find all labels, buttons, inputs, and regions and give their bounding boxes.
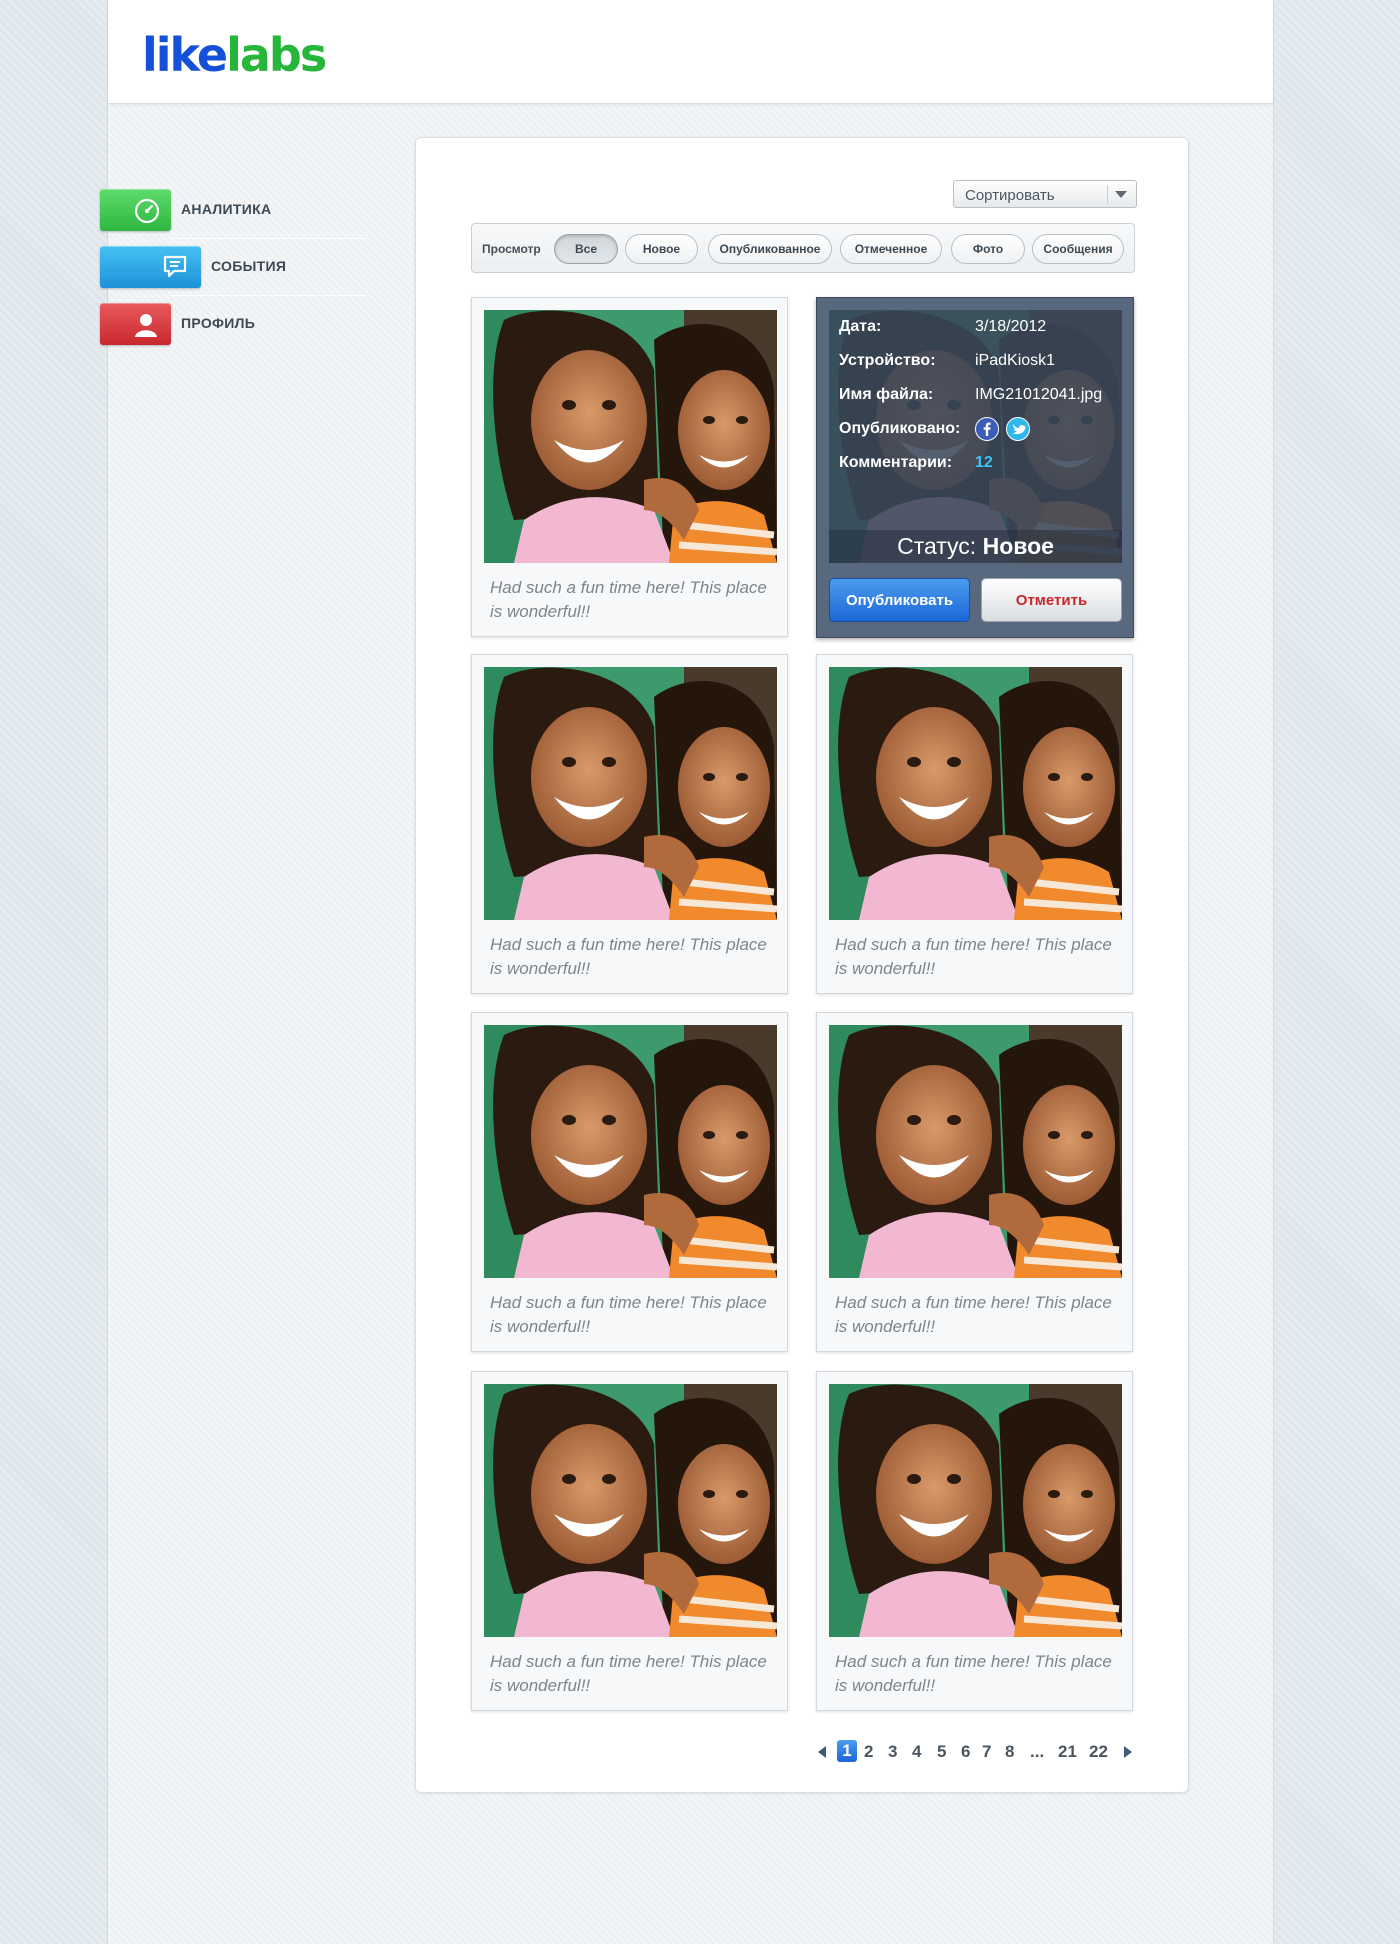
photo-thumbnail[interactable] (829, 1384, 1122, 1637)
photo-image (484, 1384, 777, 1637)
nav-item-analytics[interactable]: АНАЛИТИКА (100, 189, 366, 231)
filter-published[interactable]: Опубликованное (708, 234, 832, 264)
filter-new[interactable]: Новое (625, 234, 698, 264)
page-22[interactable]: 22 (1089, 1742, 1108, 1762)
status-line: Статус: Новое (829, 530, 1122, 563)
speedometer-icon (134, 198, 160, 224)
photo-detail-card[interactable]: Дата: 3/18/2012 Устройство: iPadKiosk1 И… (816, 297, 1134, 638)
photo-caption: Had such a fun time here! This place is … (835, 935, 1112, 978)
likelabs-logo[interactable]: likelabs (142, 28, 327, 82)
page-3[interactable]: 3 (888, 1742, 897, 1762)
publish-button[interactable]: Опубликовать (829, 578, 970, 622)
photo-card[interactable]: Had such a fun time here! This place is … (471, 1371, 788, 1711)
filter-marked[interactable]: Отмеченное (840, 234, 942, 264)
filter-bar: Просмотр Все Новое Опубликованное Отмече… (471, 223, 1135, 273)
nav-item-profile[interactable]: ПРОФИЛЬ (100, 303, 366, 345)
page-2[interactable]: 2 (864, 1742, 873, 1762)
photo-image (484, 310, 777, 563)
filter-all[interactable]: Все (554, 234, 618, 264)
photo-card[interactable]: Had such a fun time here! This place is … (471, 654, 788, 994)
status-label: Статус: (897, 533, 977, 559)
nav-label-analytics: АНАЛИТИКА (181, 201, 272, 217)
header: likelabs (108, 0, 1273, 104)
photo-image (829, 1384, 1122, 1637)
photo-caption: Had such a fun time here! This place is … (835, 1293, 1112, 1336)
photo-card[interactable]: Had such a fun time here! This place is … (471, 1012, 788, 1352)
photo-thumbnail[interactable] (484, 1025, 777, 1278)
photo-thumbnail[interactable] (829, 667, 1122, 920)
photo-thumbnail[interactable] (484, 310, 777, 563)
sort-label: Сортировать (965, 187, 1055, 204)
nav-divider (170, 295, 366, 296)
photo-thumbnail[interactable] (829, 1025, 1122, 1278)
nav-tile-profile (100, 303, 171, 345)
mark-button[interactable]: Отметить (981, 578, 1122, 622)
photo-caption: Had such a fun time here! This place is … (490, 1293, 767, 1336)
photo-card[interactable]: Had such a fun time here! This place is … (816, 654, 1133, 994)
page-4[interactable]: 4 (912, 1742, 921, 1762)
photo-card[interactable]: Had such a fun time here! This place is … (816, 1012, 1133, 1352)
status-value: Новое (982, 533, 1054, 559)
nav-tile-events (100, 246, 201, 288)
filter-label: Просмотр (482, 242, 541, 256)
photo-caption: Had such a fun time here! This place is … (490, 1652, 767, 1695)
photo-card[interactable]: Had such a fun time here! This place is … (471, 297, 788, 637)
photo-image (484, 667, 777, 920)
photo-caption: Had such a fun time here! This place is … (490, 578, 767, 621)
nav-tile-analytics (100, 189, 171, 231)
photo-image (829, 667, 1122, 920)
filter-messages[interactable]: Сообщения (1032, 234, 1124, 264)
nav-label-profile: ПРОФИЛЬ (181, 315, 256, 331)
chat-bubble-icon (163, 255, 187, 278)
page-5[interactable]: 5 (937, 1742, 946, 1762)
nav-divider (170, 238, 366, 239)
next-page-icon[interactable] (1124, 1746, 1132, 1758)
page-1[interactable]: 1 (837, 1740, 857, 1762)
photo-thumbnail[interactable] (484, 1384, 777, 1637)
page-ellipsis: ... (1030, 1742, 1045, 1761)
prev-page-icon[interactable] (818, 1746, 826, 1758)
page-21[interactable]: 21 (1058, 1742, 1077, 1762)
facebook-icon[interactable] (975, 417, 999, 441)
comments-count[interactable]: 12 (975, 454, 993, 472)
chevron-down-icon (1115, 191, 1127, 198)
photo-image (829, 1025, 1122, 1278)
nav-item-events[interactable]: СОБЫТИЯ (100, 246, 366, 288)
sort-dropdown[interactable]: Сортировать (953, 180, 1137, 208)
filter-photo[interactable]: Фото (951, 234, 1025, 264)
photo-card[interactable]: Had such a fun time here! This place is … (816, 1371, 1133, 1711)
page-8[interactable]: 8 (1005, 1742, 1014, 1762)
user-icon (135, 314, 157, 337)
photo-caption: Had such a fun time here! This place is … (490, 935, 767, 978)
photo-caption: Had such a fun time here! This place is … (835, 1652, 1112, 1695)
nav-label-events: СОБЫТИЯ (211, 258, 287, 274)
photo-image (484, 1025, 777, 1278)
twitter-icon[interactable] (1006, 417, 1031, 441)
page-7[interactable]: 7 (982, 1742, 991, 1762)
photo-thumbnail[interactable] (484, 667, 777, 920)
page-6[interactable]: 6 (961, 1742, 970, 1762)
